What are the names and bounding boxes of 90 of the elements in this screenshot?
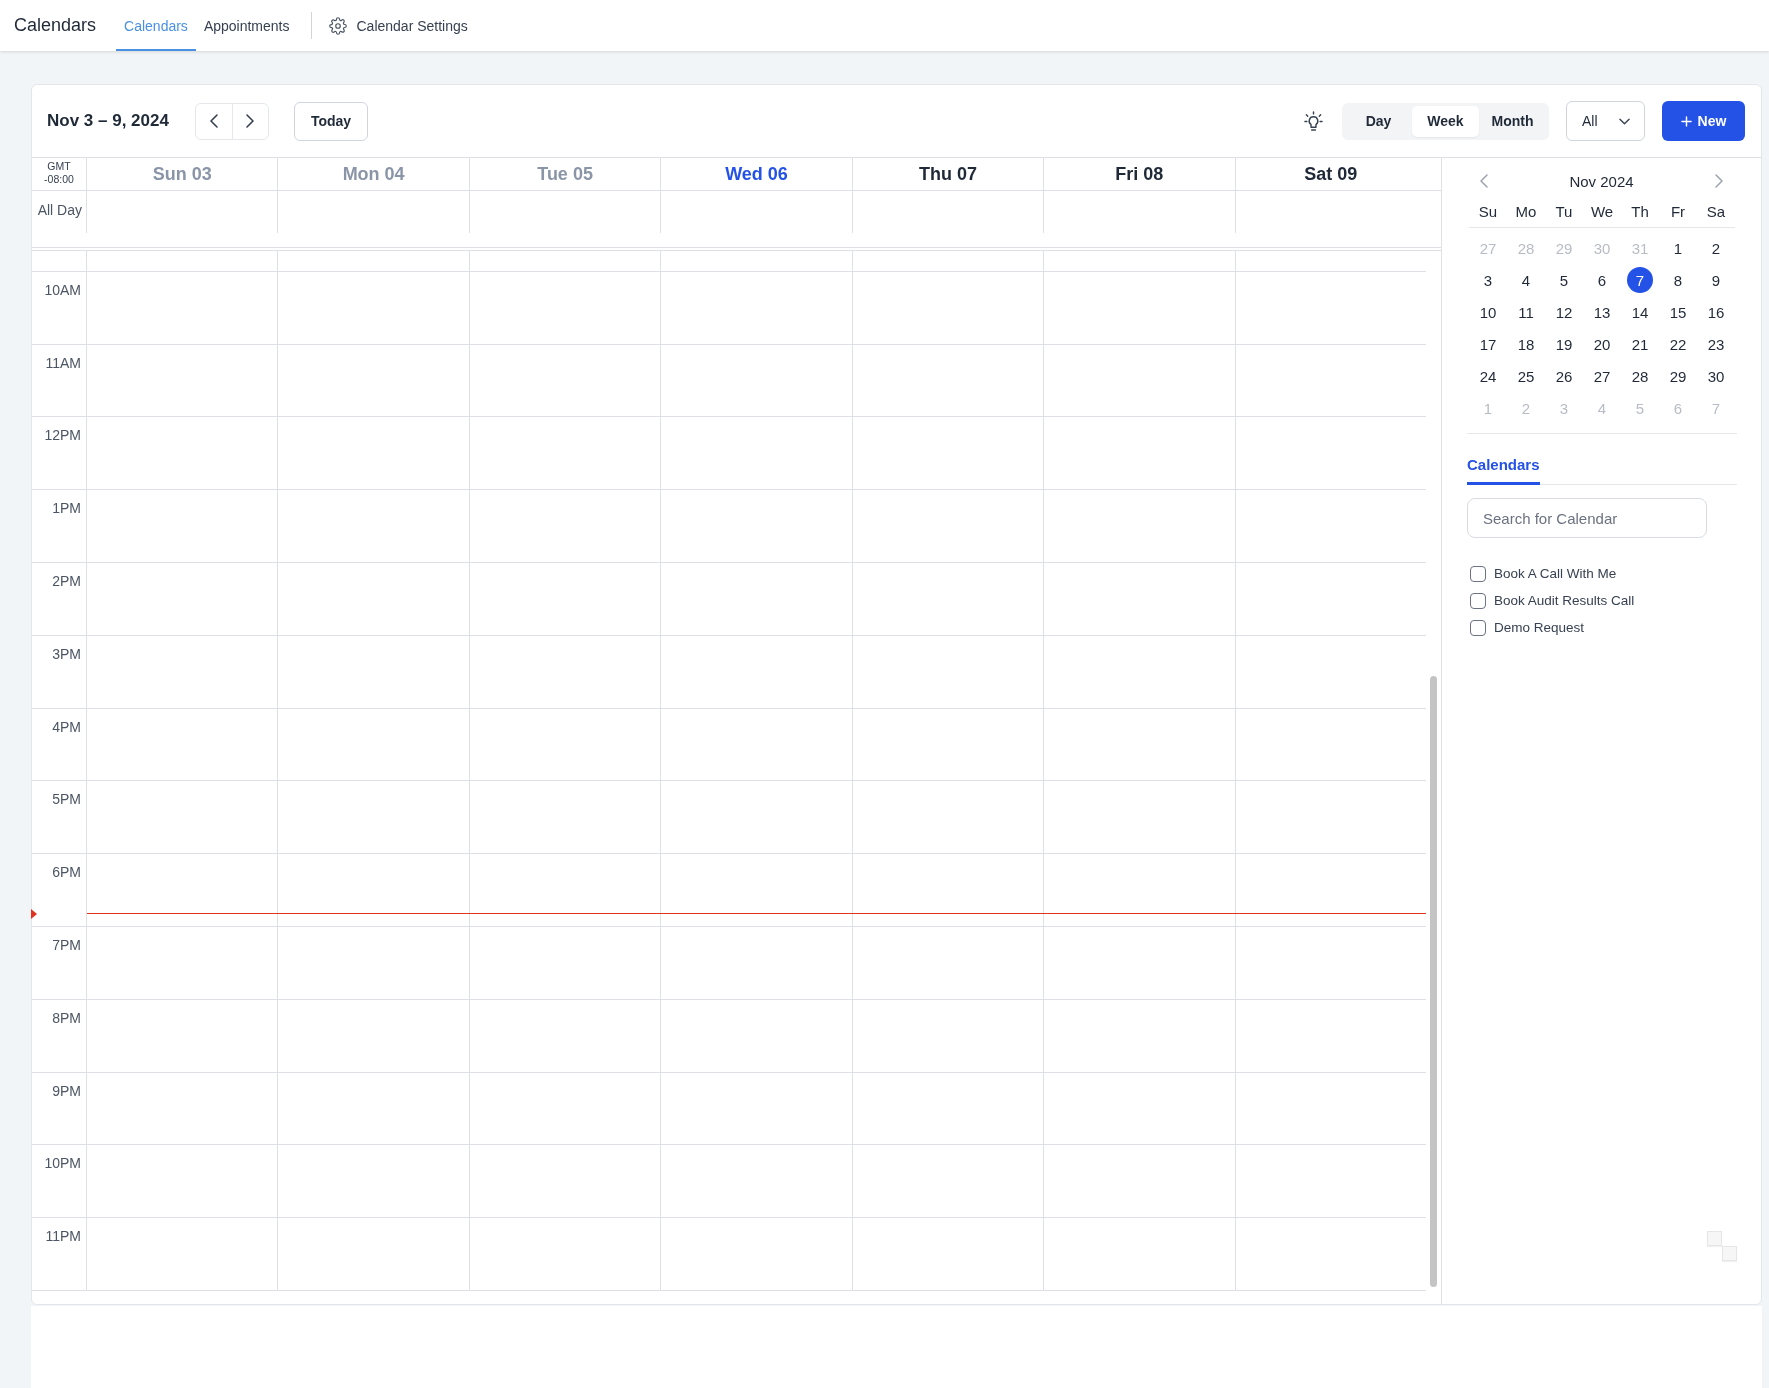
- calendar-day[interactable]: 1: [1665, 235, 1691, 261]
- weekday-label: Th: [1631, 203, 1649, 220]
- all-day-label: All Day: [37, 202, 82, 218]
- day-header: Sun 03: [86, 158, 278, 190]
- today-button[interactable]: Today: [293, 101, 369, 141]
- chevron-left-icon: [209, 114, 218, 128]
- square-icon: [1707, 1231, 1722, 1246]
- calendar-day[interactable]: 15: [1665, 299, 1691, 325]
- calendar-day[interactable]: 30: [1703, 363, 1729, 389]
- calendar-day[interactable]: 26: [1551, 363, 1577, 389]
- chevron-right-icon[interactable]: [1715, 174, 1723, 188]
- calendar-day[interactable]: 5: [1551, 267, 1577, 293]
- month-title: Nov 2024: [1569, 172, 1634, 190]
- hour-label: 6PM: [52, 864, 81, 881]
- calendar-day[interactable]: 22: [1665, 331, 1691, 357]
- calendar-day[interactable]: 11: [1513, 299, 1539, 325]
- calendar-day[interactable]: 3: [1475, 267, 1501, 293]
- hour-label: 4PM: [52, 718, 81, 735]
- filter-dropdown[interactable]: All: [1566, 101, 1645, 141]
- calendar-name: Book A Call With Me: [1494, 566, 1617, 581]
- view-option[interactable]: Month: [1479, 105, 1546, 137]
- calendar-day[interactable]: 12: [1551, 299, 1577, 325]
- hour-label: 5PM: [52, 791, 81, 808]
- day-header: Wed 06: [660, 158, 852, 190]
- calendars-tab[interactable]: Calendars: [1467, 434, 1540, 485]
- date-range-title: Nov 3 – 9, 2024: [47, 111, 169, 131]
- hour-label: 11AM: [45, 354, 81, 371]
- weekday-label: We: [1590, 203, 1614, 220]
- chevron-left-icon[interactable]: [1480, 174, 1488, 188]
- checkbox[interactable]: [1470, 592, 1486, 609]
- calendar-day[interactable]: 23: [1703, 331, 1729, 357]
- weekday-label: Su: [1478, 203, 1498, 220]
- checkbox[interactable]: [1470, 565, 1486, 582]
- calendar-day[interactable]: 21: [1627, 331, 1653, 357]
- hour-label: 8PM: [52, 1009, 81, 1026]
- plus-icon: [1680, 115, 1692, 127]
- hour-label: 2PM: [52, 573, 81, 589]
- scrollbar-thumb[interactable]: [1430, 676, 1437, 1287]
- chevron-right-icon: [246, 114, 255, 128]
- calendar-day[interactable]: 4: [1513, 267, 1539, 293]
- day-header: Sat 09: [1234, 158, 1426, 190]
- chevron-down-icon: [1619, 117, 1630, 125]
- hour-label: 7PM: [52, 936, 81, 953]
- calendar-day[interactable]: 6: [1589, 267, 1615, 293]
- calendar-settings-link[interactable]: Calendar Settings: [329, 16, 468, 35]
- settings-icon: [329, 16, 348, 35]
- lightbulb-icon[interactable]: [1304, 110, 1323, 132]
- calendar-day[interactable]: 20: [1589, 331, 1615, 357]
- calendar-day[interactable]: 17: [1475, 331, 1501, 357]
- calendar-day[interactable]: 28: [1627, 363, 1653, 389]
- nav-tab[interactable]: Appointments: [195, 0, 298, 51]
- calendar-day[interactable]: 9: [1703, 267, 1729, 293]
- calendar-day[interactable]: 24: [1475, 363, 1501, 389]
- day-header: Tue 05: [468, 158, 661, 190]
- hour-label: 11PM: [45, 1228, 81, 1245]
- calendar-day[interactable]: 27: [1589, 363, 1615, 389]
- calendar-day[interactable]: 29: [1665, 363, 1691, 389]
- hour-label: 10PM: [44, 1155, 81, 1172]
- weekday-label: Mo: [1515, 203, 1537, 220]
- hour-label: 12PM: [44, 427, 81, 444]
- calendar-name: Book Audit Results Call: [1494, 593, 1635, 608]
- hour-label: 10AM: [44, 281, 81, 298]
- calendar-day[interactable]: 7: [1627, 267, 1653, 293]
- calendar-day[interactable]: 13: [1589, 299, 1615, 325]
- new-button[interactable]: New: [1662, 101, 1745, 141]
- calendar-day[interactable]: 25: [1513, 363, 1539, 389]
- timezone-label: GMT -08:00: [43, 159, 75, 187]
- checkbox[interactable]: [1470, 619, 1486, 636]
- calendar-day[interactable]: 2: [1703, 235, 1729, 261]
- calendar-name: Demo Request: [1494, 620, 1585, 635]
- view-option[interactable]: Week: [1412, 105, 1479, 137]
- weekday-label: Sa: [1706, 203, 1726, 220]
- view-option[interactable]: Day: [1345, 105, 1412, 137]
- hour-label: 1PM: [52, 500, 81, 517]
- calendar-day[interactable]: 16: [1703, 299, 1729, 325]
- search-field[interactable]: Search for Calendar: [1467, 498, 1707, 538]
- hour-label: 3PM: [52, 645, 81, 662]
- page-title: Calendars: [14, 15, 97, 36]
- day-header: Thu 07: [851, 158, 1044, 190]
- weekday-label: Fr: [1670, 203, 1686, 220]
- calendar-day[interactable]: 19: [1551, 331, 1577, 357]
- square-icon: [1722, 1246, 1737, 1261]
- day-header: Fri 08: [1043, 158, 1235, 190]
- calendar-day[interactable]: 8: [1665, 267, 1691, 293]
- calendar-day[interactable]: 18: [1513, 331, 1539, 357]
- hour-label: 9PM: [52, 1082, 81, 1099]
- calendar-day[interactable]: 14: [1627, 299, 1653, 325]
- calendar-day[interactable]: 10: [1475, 299, 1501, 325]
- weekday-label: Tu: [1555, 203, 1573, 220]
- day-header: Mon 04: [277, 158, 469, 190]
